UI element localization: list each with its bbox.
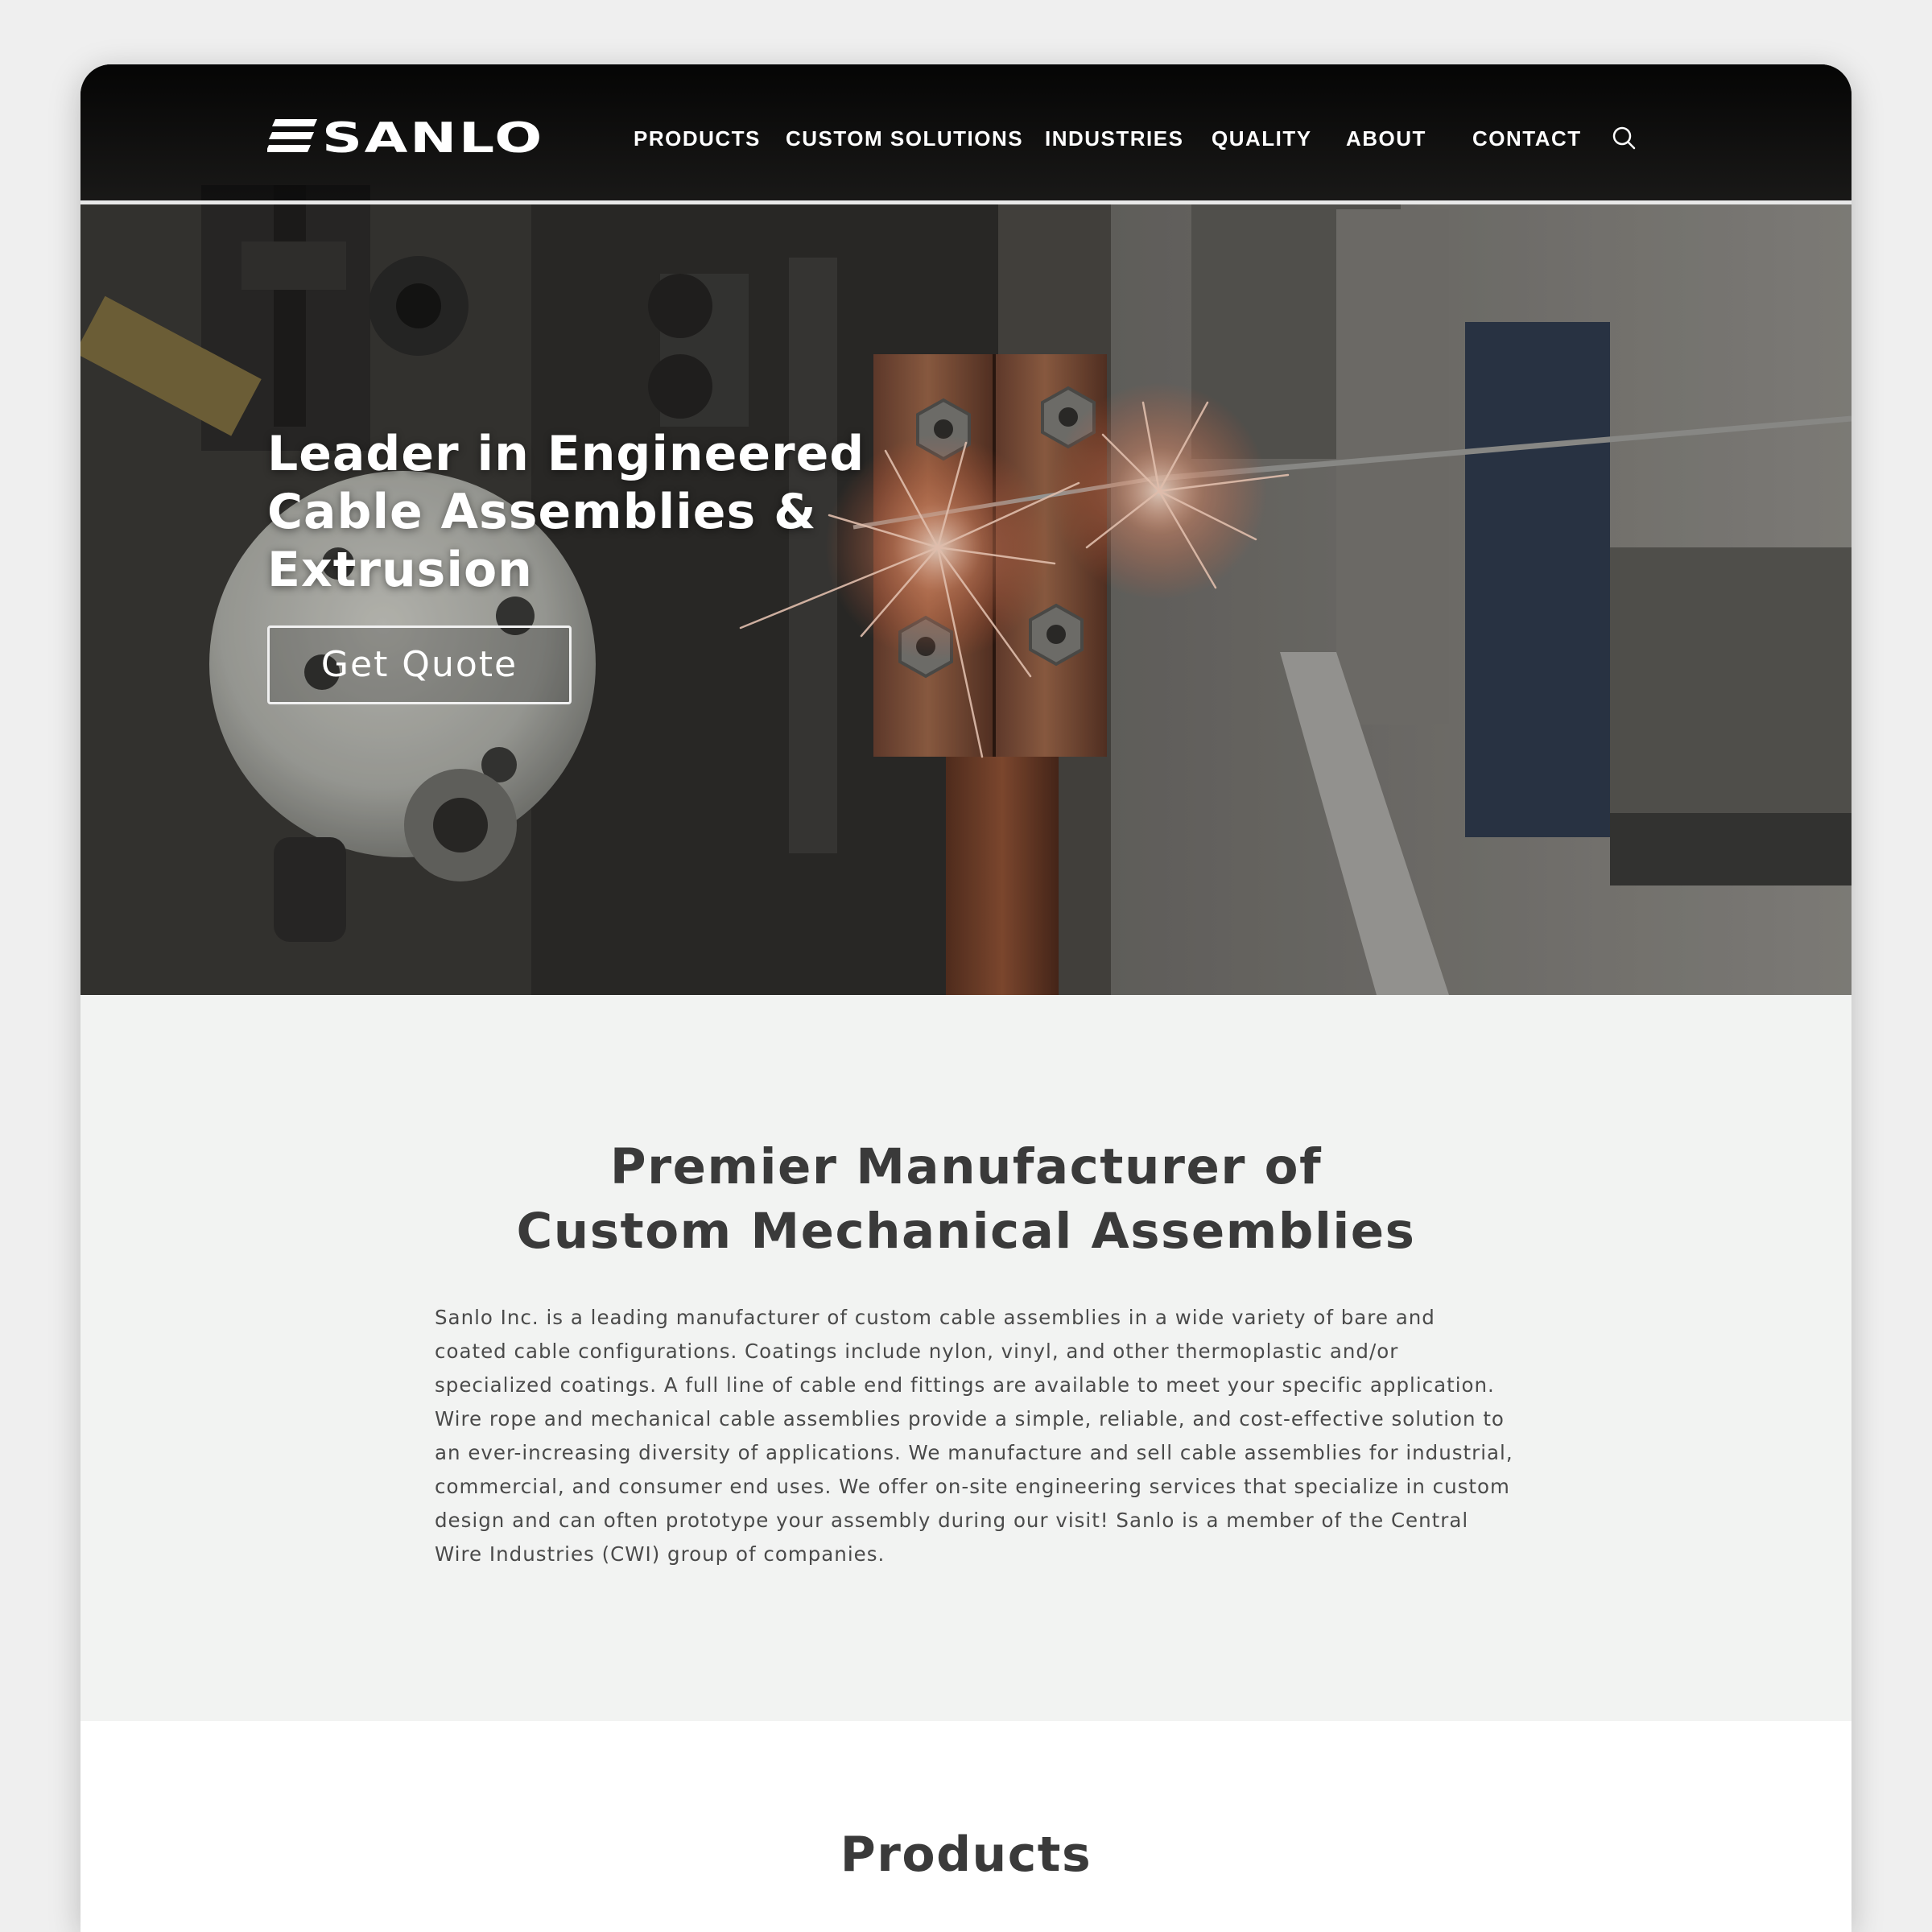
intro-heading: Premier Manufacturer of Custom Mechanica… <box>80 1135 1852 1264</box>
header-divider <box>80 200 1852 204</box>
intro-heading-line-1: Premier Manufacturer of <box>609 1138 1323 1195</box>
intro-heading-line-2: Custom Mechanical Assemblies <box>516 1203 1416 1260</box>
intro-section: Premier Manufacturer of Custom Mechanica… <box>80 995 1852 1721</box>
products-heading: Products <box>840 1827 1092 1883</box>
hero-section: SANLO PRODUCTS CUSTOM SOLUTIONS INDUSTRI… <box>80 64 1852 995</box>
nav-products[interactable]: PRODUCTS <box>634 122 761 155</box>
nav-contact[interactable]: CONTACT <box>1472 122 1582 155</box>
get-quote-button[interactable]: Get Quote <box>267 625 572 704</box>
nav-industries[interactable]: INDUSTRIES <box>1045 122 1183 155</box>
search-icon <box>1612 126 1636 150</box>
intro-paragraph: Sanlo Inc. is a leading manufacturer of … <box>435 1306 1513 1566</box>
nav-quality[interactable]: QUALITY <box>1212 122 1312 155</box>
nav-about[interactable]: ABOUT <box>1346 122 1426 155</box>
sanlo-logo[interactable]: SANLO <box>267 114 547 158</box>
nav-custom-solutions[interactable]: CUSTOM SOLUTIONS <box>786 122 1023 155</box>
hero-title: Leader in Engineered Cable Assemblies & … <box>267 426 865 598</box>
products-section: Products <box>80 1721 1852 1932</box>
search-button[interactable] <box>1608 122 1641 155</box>
browser-frame: SANLO PRODUCTS CUSTOM SOLUTIONS INDUSTRI… <box>80 64 1852 1932</box>
logo-wordmark: SANLO <box>322 114 544 158</box>
